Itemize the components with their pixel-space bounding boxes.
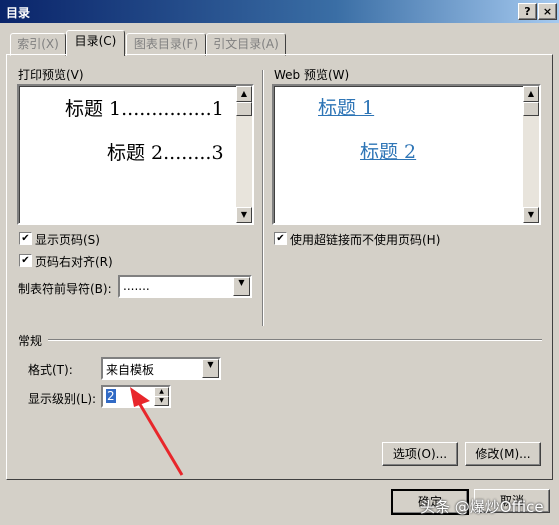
format-label: 格式(T): <box>28 363 73 377</box>
help-button[interactable]: ? <box>518 3 537 20</box>
print-preview-scrollbar[interactable]: ▲ ▼ <box>236 86 252 223</box>
print-preview-heading1: 标题 1...............1 <box>65 98 224 120</box>
scroll-thumb[interactable] <box>236 102 252 116</box>
web-preview-link2[interactable]: 标题 2 <box>360 137 416 164</box>
right-align-label: 页码右对齐(R) <box>35 255 113 269</box>
vertical-divider <box>262 70 264 326</box>
tab-table-of-authorities[interactable]: 引文目录(A) <box>206 33 286 56</box>
tab-index[interactable]: 索引(X) <box>10 33 66 56</box>
web-preview-link1[interactable]: 标题 1 <box>318 93 374 120</box>
show-page-numbers-label: 显示页码(S) <box>35 233 100 247</box>
scroll-up-icon[interactable]: ▲ <box>236 86 252 102</box>
chevron-down-icon[interactable]: ▼ <box>202 359 219 378</box>
tab-leader-label: 制表符前导符(B): <box>18 282 112 296</box>
scroll-down-icon[interactable]: ▼ <box>523 207 539 223</box>
use-hyperlinks-checkbox[interactable]: ✔ <box>274 232 287 245</box>
scroll-thumb[interactable] <box>523 102 539 116</box>
title-bar: 目录 ? × <box>0 0 559 23</box>
print-preview-label: 打印预览(V) <box>18 68 84 82</box>
web-preview-box: 标题 1 标题 2 ▲ ▼ <box>272 84 541 225</box>
toc-dialog: 目录 ? × 索引(X) 目录(C) 图表目录(F) 引文目录(A) 打印预览(… <box>0 0 559 525</box>
right-align-checkbox[interactable]: ✔ <box>19 254 32 267</box>
scroll-up-icon[interactable]: ▲ <box>523 86 539 102</box>
chevron-down-icon[interactable]: ▼ <box>233 277 250 296</box>
general-section-label: 常规 <box>18 334 43 348</box>
tab-leader-select[interactable]: ....... ▼ <box>118 275 252 298</box>
format-select[interactable]: 来自模板 ▼ <box>101 357 221 380</box>
tab-leader-value: ....... <box>123 279 150 293</box>
options-button[interactable]: 选项(O)... <box>382 442 458 466</box>
show-page-numbers-checkbox[interactable]: ✔ <box>19 232 32 245</box>
scroll-down-icon[interactable]: ▼ <box>236 207 252 223</box>
use-hyperlinks-label: 使用超链接而不使用页码(H) <box>290 233 441 247</box>
tab-table-of-figures[interactable]: 图表目录(F) <box>126 33 206 56</box>
dialog-title: 目录 <box>6 6 31 20</box>
format-value: 来自模板 <box>106 363 155 377</box>
web-preview-label: Web 预览(W) <box>274 68 350 82</box>
levels-value[interactable]: 2 <box>106 389 116 403</box>
general-section-line <box>48 339 542 341</box>
print-preview-heading2: 标题 2........3 <box>107 142 224 164</box>
print-preview-box: 标题 1...............1 标题 2........3 ▲ ▼ <box>17 84 254 225</box>
modify-button[interactable]: 修改(M)... <box>465 442 541 466</box>
close-button[interactable]: × <box>538 3 557 20</box>
tab-toc[interactable]: 目录(C) <box>66 30 125 56</box>
annotation-arrow-icon <box>130 387 184 476</box>
levels-label: 显示级别(L): <box>28 392 97 406</box>
watermark-text: 头条 @爆炒Office <box>420 498 544 516</box>
web-preview-scrollbar[interactable]: ▲ ▼ <box>523 86 539 223</box>
